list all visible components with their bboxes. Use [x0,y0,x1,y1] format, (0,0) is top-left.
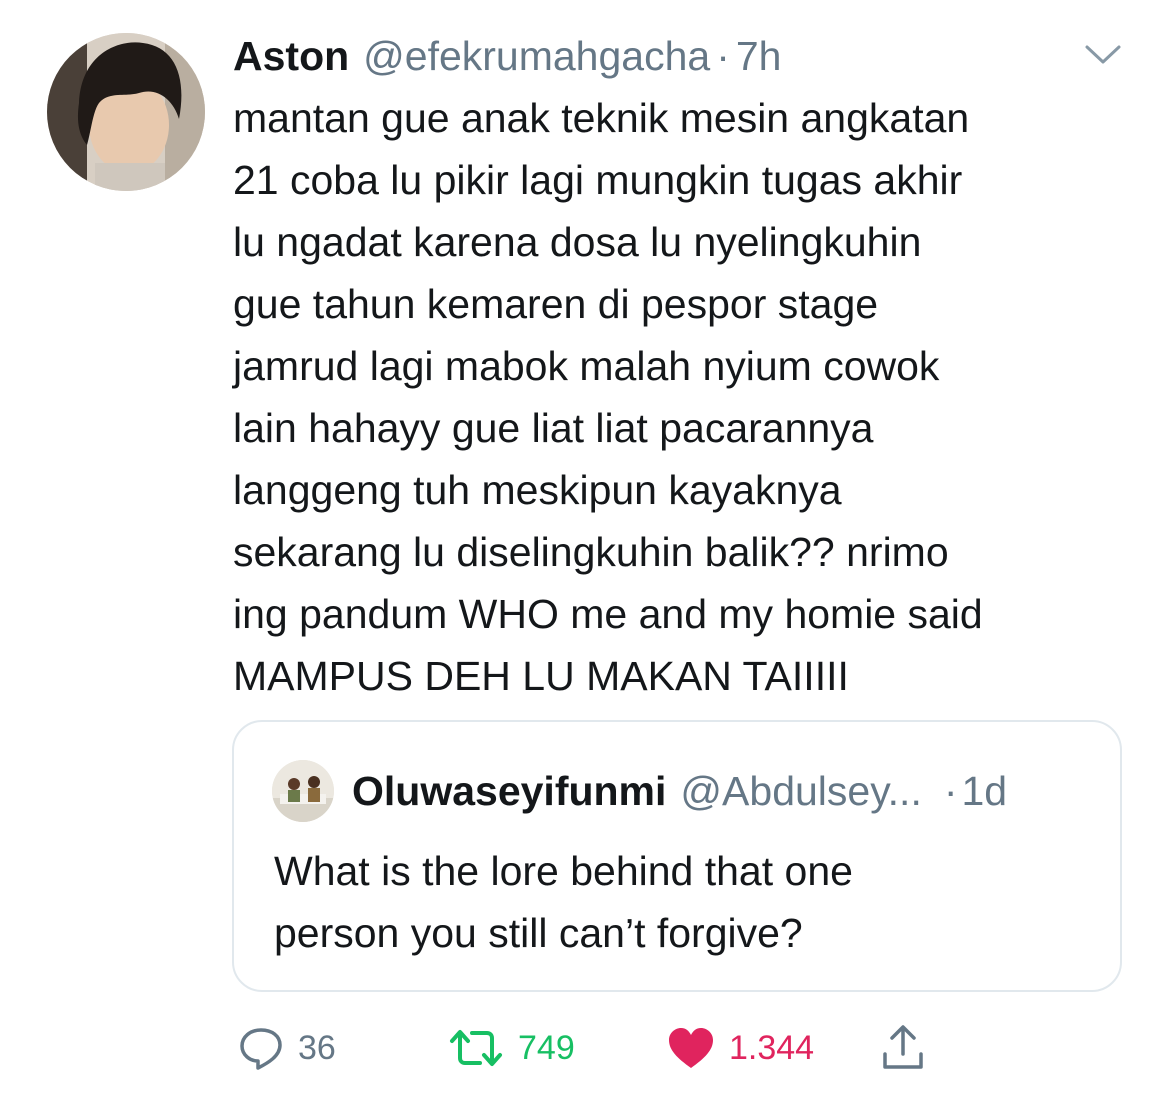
like-icon [667,1026,715,1070]
author-name[interactable]: Aston [233,33,349,80]
reply-count: 36 [298,1028,336,1067]
quoted-author-handle: @Abdulsey... [680,767,922,814]
like-button[interactable]: 1.344 [667,1018,814,1078]
quoted-tweet-time: 1d [961,767,1008,814]
retweet-count: 749 [518,1028,575,1067]
quoted-author-avatar [272,760,334,822]
share-icon [880,1024,926,1072]
tweet-header: Aston @efekrumahgacha · 7h [233,28,781,84]
tweet-text: mantan gue anak teknik mesin angkatan 21… [233,95,983,699]
reply-button[interactable]: 36 [238,1018,336,1078]
quoted-tweet-text: What is the lore behind that one person … [274,848,853,956]
retweet-button[interactable]: 749 [448,1018,575,1078]
quoted-author-name: Oluwaseyifunmi [352,767,667,814]
share-button[interactable] [880,1018,926,1078]
quoted-tweet-header: Oluwaseyifunmi @Abdulsey... · 1d [352,766,1007,816]
author-handle[interactable]: @efekrumahgacha [363,33,710,80]
action-bar: 36 749 1.344 [0,1018,1170,1078]
chevron-down-icon[interactable] [1083,38,1123,70]
quoted-separator-dot: · [943,767,958,814]
quoted-tweet[interactable]: Oluwaseyifunmi @Abdulsey... · 1d What is… [232,720,1122,992]
author-avatar[interactable] [47,33,205,191]
retweet-icon [448,1025,504,1071]
reply-icon [238,1025,284,1071]
tweet-time[interactable]: 7h [736,33,782,80]
like-count: 1.344 [729,1028,815,1067]
separator-dot: · [716,32,730,79]
